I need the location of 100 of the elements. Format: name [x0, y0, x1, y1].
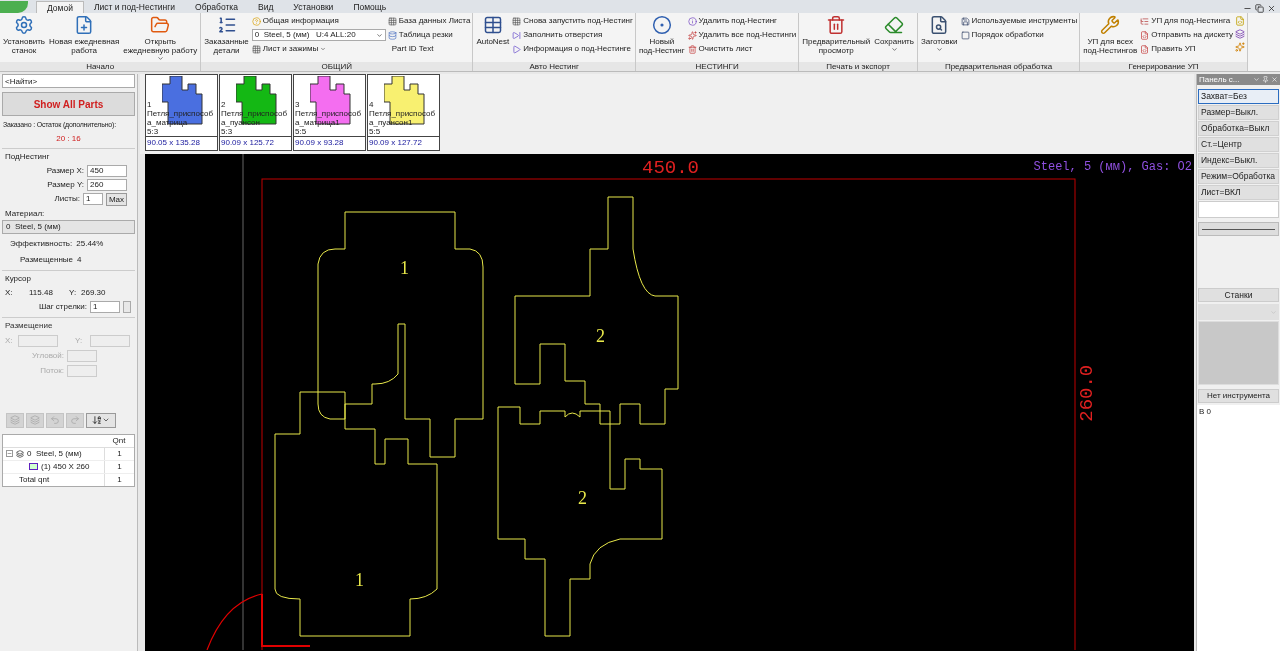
- ribbon-small-button[interactable]: Заполнить отверстия: [512, 29, 633, 41]
- panel-option-button[interactable]: Режим=Обработка: [1198, 169, 1279, 184]
- square-icon: [960, 30, 970, 40]
- ribbon-large-button[interactable]: Заготовки: [919, 15, 959, 62]
- part-outline[interactable]: [317, 211, 484, 458]
- toolbar-icon[interactable]: [6, 412, 24, 428]
- redo-icon[interactable]: [66, 412, 84, 428]
- no-tool-button[interactable]: Нет инструмента: [1198, 389, 1279, 403]
- ribbon-small-button[interactable]: Таблица резки: [387, 29, 471, 41]
- database-icon: [387, 30, 397, 40]
- ribbon-large-button[interactable]: Заказанные детали: [203, 15, 250, 62]
- tree-item[interactable]: 0 Steel, 5 (мм): [24, 447, 104, 460]
- pin-icon[interactable]: [1262, 76, 1269, 83]
- part-size: 90.09 x 127.72: [368, 136, 439, 148]
- caret-icon[interactable]: [1253, 76, 1260, 83]
- search-field[interactable]: <Найти>: [2, 74, 135, 88]
- undo-icon[interactable]: [46, 412, 64, 428]
- nesting-canvas[interactable]: 1 2 2 1 450.0 Steel, 5 (мм), Gas: O2 260.0: [145, 154, 1194, 651]
- part-outline[interactable]: [274, 391, 438, 637]
- ribbon-small-button[interactable]: Отправить на дискету: [1140, 29, 1233, 41]
- ribbon-large-button[interactable]: Сохранить: [873, 15, 915, 62]
- expander-icon[interactable]: [6, 450, 13, 457]
- origin-arc: [206, 593, 263, 650]
- number-field[interactable]: 260: [87, 178, 127, 191]
- ribbon-large-button[interactable]: Новый под-Нестинг: [637, 15, 686, 62]
- sparkle-icon[interactable]: [1234, 42, 1245, 52]
- placed-label: Размещенные: [20, 253, 74, 266]
- ribbon-large-button[interactable]: AutoNest: [475, 15, 511, 62]
- ribbon-group-title: НЕСТИНГИ: [635, 62, 799, 71]
- show-all-parts-button[interactable]: Show All Parts: [2, 92, 135, 116]
- ribbon-small-button[interactable]: Используемые инструменты: [960, 15, 1078, 27]
- skip-forward-icon: [512, 30, 522, 40]
- ribbon-tab[interactable]: Домой: [36, 1, 84, 13]
- grid-icon: [251, 44, 261, 54]
- ribbon-group-title: ОБЩИЙ: [201, 62, 473, 71]
- part-outline[interactable]: [497, 406, 663, 637]
- machines-button[interactable]: Станки: [1198, 288, 1279, 302]
- ribbon-tab[interactable]: Помощь: [343, 1, 397, 13]
- ribbon-small-button[interactable]: Порядок обработки: [960, 29, 1078, 41]
- part-label: 2: [596, 326, 605, 346]
- wrench-icon: [1100, 15, 1121, 35]
- ribbon-small-button[interactable]: Удалить все под-Нестинги: [687, 29, 797, 41]
- group-title: Размещение: [5, 319, 54, 332]
- eraser-icon: [884, 15, 905, 35]
- sheet-icon: [29, 463, 38, 470]
- sort-icon: [92, 415, 102, 425]
- ribbon-small-button[interactable]: Общая информация: [251, 15, 386, 27]
- ribbon-large-button[interactable]: Установить станок: [2, 15, 46, 62]
- step-field[interactable]: 1: [90, 300, 120, 313]
- divider-button[interactable]: [1198, 222, 1279, 236]
- ribbon-small-button[interactable]: Информация о под-Нестинге: [512, 43, 633, 55]
- ribbon-small-button[interactable]: Лист и зажимы: [251, 43, 386, 55]
- layers-icon[interactable]: [1234, 29, 1245, 39]
- material-button[interactable]: 0 Steel, 5 (мм): [2, 219, 135, 234]
- ribbon-small-button[interactable]: Править УП: [1140, 43, 1233, 55]
- material-info: Steel, 5 (мм), Gas: O2: [1033, 159, 1192, 176]
- panel-option-button[interactable]: Захват=Без: [1198, 89, 1279, 104]
- panel-option-button[interactable]: Размер=Выкл.: [1198, 105, 1279, 120]
- ribbon-tab[interactable]: Вид: [247, 1, 284, 13]
- close-icon[interactable]: [1267, 4, 1276, 13]
- ribbon-small-button[interactable]: УП для под-Нестинга: [1140, 15, 1233, 27]
- table-cell: 1: [104, 447, 134, 460]
- circle-icon: [651, 15, 672, 35]
- material-combo[interactable]: 0 Steel, 5 (мм) U:4 ALL:20: [251, 29, 386, 41]
- part-ratio: 5:5: [369, 127, 381, 136]
- ribbon-small-button[interactable]: Снова запустить под-Нестинг: [512, 15, 633, 27]
- column-header: Qnt: [111, 434, 127, 447]
- ribbon-tab[interactable]: Лист и под-Нестинги: [83, 1, 186, 13]
- ribbon-large-button[interactable]: Предварительный просмотр: [801, 15, 872, 62]
- panel-option-button[interactable]: Обработка=Выкл: [1198, 121, 1279, 136]
- part-ratio: 5:3: [221, 127, 233, 136]
- app-menu-icon[interactable]: [0, 1, 28, 13]
- ribbon-tab[interactable]: Обработка: [185, 1, 248, 13]
- panel-option-button[interactable]: Индекс=Выкл.: [1198, 153, 1279, 168]
- sort-button[interactable]: [86, 412, 116, 428]
- number-field[interactable]: 450: [87, 164, 127, 177]
- ribbon-small-button[interactable]: Очистить лист: [687, 43, 797, 55]
- cursor-y-label: Y:: [69, 286, 78, 299]
- ribbon-small-button[interactable]: База данных Листа: [387, 15, 471, 27]
- caret-icon: [375, 31, 383, 39]
- blank-field[interactable]: [1198, 201, 1279, 218]
- ribbon-group-title: Предварительная обработка: [917, 62, 1080, 71]
- ribbon-large-button[interactable]: УП для всех под-Нестингов: [1082, 15, 1139, 62]
- ribbon-tab[interactable]: Установки: [283, 1, 344, 13]
- ribbon-large-button[interactable]: Открыть ежедневную работу: [122, 15, 199, 62]
- part-outline[interactable]: [514, 196, 679, 425]
- sheet-height-label: 260.0: [1074, 364, 1099, 422]
- max-button[interactable]: Max: [105, 192, 127, 206]
- toolbar-icon[interactable]: [26, 412, 44, 428]
- field-label: Размер Y:: [47, 178, 84, 191]
- panel-option-button[interactable]: Ст.=Центр: [1198, 137, 1279, 152]
- panel-option-button[interactable]: Лист=ВКЛ: [1198, 185, 1279, 200]
- table-cell: 1: [104, 473, 134, 486]
- ribbon-large-button[interactable]: Новая ежедневная работа: [48, 15, 121, 62]
- tree-item[interactable]: (1) 450 X 260: [38, 460, 104, 473]
- restore-icon[interactable]: [1255, 4, 1264, 13]
- ribbon-small-button[interactable]: Удалить под-Нестинг: [687, 15, 797, 27]
- caret-icon: [890, 46, 898, 53]
- number-field[interactable]: 1: [82, 193, 103, 205]
- spinner-icon[interactable]: [123, 300, 131, 313]
